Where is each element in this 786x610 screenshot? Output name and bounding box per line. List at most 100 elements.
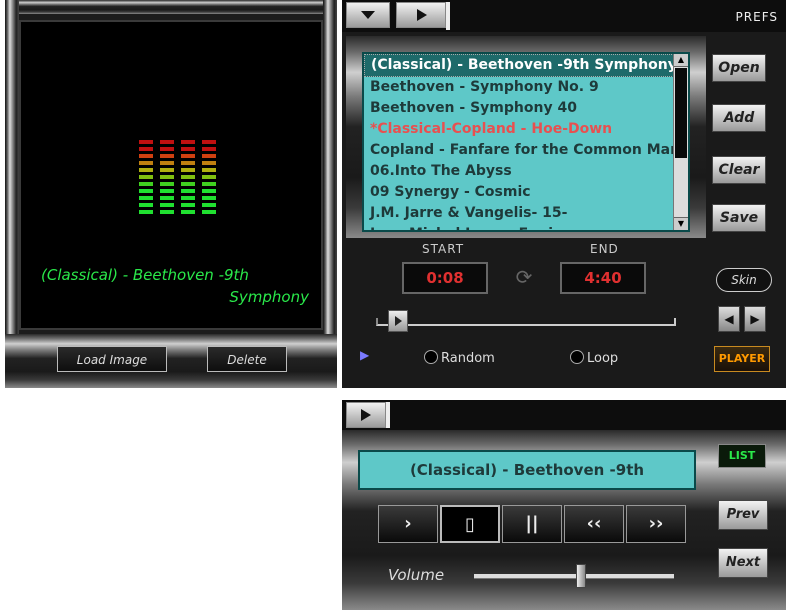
collapse-tab[interactable] <box>346 2 390 28</box>
equalizer-segment <box>139 210 153 214</box>
equalizer-segment <box>160 147 174 151</box>
expand-playlist-tab[interactable] <box>346 402 386 428</box>
equalizer-segment <box>139 189 153 193</box>
clear-button[interactable]: Clear <box>712 156 766 184</box>
equalizer-segment <box>181 161 195 165</box>
prev-arrow-button[interactable]: ◀ <box>718 306 740 332</box>
scroll-down-icon[interactable]: ▼ <box>674 217 688 230</box>
rewind-icon: ‹‹ <box>586 513 602 534</box>
stop-button[interactable]: ▯ <box>440 505 500 543</box>
equalizer-column <box>181 140 195 217</box>
equalizer-segment <box>181 140 195 144</box>
slider-arrow-icon <box>395 316 402 326</box>
equalizer-segment <box>139 175 153 179</box>
playlist-item[interactable]: Beethoven - Symphony 40 <box>364 98 680 119</box>
scroll-up-icon[interactable]: ▲ <box>674 54 688 67</box>
equalizer-segment <box>139 182 153 186</box>
playlist-scrollbar[interactable]: ▲ ▼ <box>673 54 688 230</box>
expand-tab[interactable] <box>396 2 446 28</box>
volume-label: Volume <box>388 566 445 584</box>
equalizer-segment <box>160 189 174 193</box>
equalizer-segment <box>202 182 216 186</box>
next-button[interactable]: Next <box>718 548 768 578</box>
position-slider[interactable] <box>376 310 676 332</box>
equalizer-segment <box>181 182 195 186</box>
save-button[interactable]: Save <box>712 204 766 232</box>
tab-divider <box>386 402 390 428</box>
list-button[interactable]: LIST <box>718 444 766 468</box>
visualizer-title-line1: (Classical) - Beethoven -9th <box>41 266 249 284</box>
pause-button[interactable]: || <box>502 505 562 543</box>
playlist-item[interactable]: Beethoven - Symphony No. 9 <box>364 77 680 98</box>
loop-label: Loop <box>587 351 619 366</box>
equalizer-segment <box>181 154 195 158</box>
scrollbar-thumb[interactable] <box>675 68 687 158</box>
load-image-button[interactable]: Load Image <box>57 346 167 372</box>
random-label: Random <box>441 351 495 366</box>
visualizer-bottom-bar <box>5 334 337 388</box>
player-tab-bar <box>342 400 786 430</box>
next-arrow-button[interactable]: ▶ <box>744 306 766 332</box>
playlist-item[interactable]: Copland - Fanfare for the Common Man <box>364 140 680 161</box>
add-button[interactable]: Add <box>712 104 766 132</box>
random-radio[interactable]: Random <box>424 350 495 366</box>
equalizer-segment <box>202 147 216 151</box>
equalizer-segment <box>139 147 153 151</box>
volume-slider-thumb[interactable] <box>576 564 586 588</box>
position-slider-track[interactable] <box>376 318 676 326</box>
playlist-tab-bar: PREFS <box>342 0 786 32</box>
playlist-items: (Classical) - Beethoven -9th Symphony Bee… <box>364 54 688 230</box>
delete-image-button[interactable]: Delete <box>207 346 287 372</box>
visualizer-track-title: (Classical) - Beethoven -9th Symphony <box>41 264 309 308</box>
rewind-button[interactable]: ‹‹ <box>564 505 624 543</box>
visualizer-screen: (Classical) - Beethoven -9th Symphony <box>19 20 323 330</box>
equalizer-segment <box>202 168 216 172</box>
playlist-item[interactable]: J.M. Jarre & Vangelis- 15- <box>364 203 680 224</box>
play-triangle-icon <box>361 409 371 421</box>
start-label: START <box>422 242 465 256</box>
prev-button[interactable]: Prev <box>718 500 768 530</box>
equalizer-segment <box>202 196 216 200</box>
equalizer-segment <box>202 210 216 214</box>
equalizer-segment <box>181 203 195 207</box>
small-triangle-icon[interactable]: ▶ <box>360 348 369 362</box>
play-icon: › <box>404 513 412 534</box>
volume-slider-track[interactable] <box>474 574 674 579</box>
playlist-item[interactable]: Jean Michel Jarre - Equinoxe <box>364 224 680 230</box>
playlist-item[interactable]: 09 Synergy - Cosmic <box>364 182 680 203</box>
start-time-display[interactable]: 0:08 <box>402 262 488 294</box>
equalizer-segment <box>181 210 195 214</box>
equalizer-segment <box>139 196 153 200</box>
prefs-button[interactable]: PREFS <box>736 10 778 24</box>
radio-circle-icon <box>424 350 438 364</box>
equalizer-column <box>139 140 153 217</box>
player-button[interactable]: PLAYER <box>714 346 770 372</box>
position-slider-thumb[interactable] <box>388 310 408 332</box>
skin-button[interactable]: Skin <box>716 268 772 292</box>
equalizer-segment <box>202 161 216 165</box>
equalizer-segment <box>202 140 216 144</box>
equalizer-segment <box>202 189 216 193</box>
visualizer-title-line2: Symphony <box>229 288 309 306</box>
playlist-list[interactable]: (Classical) - Beethoven -9th Symphony Bee… <box>362 52 690 232</box>
equalizer-segment <box>181 189 195 193</box>
playlist-item[interactable]: *Classical-Copland - Hoe-Down <box>364 119 680 140</box>
loop-radio[interactable]: Loop <box>570 350 618 366</box>
open-button[interactable]: Open <box>712 54 766 82</box>
visualizer-panel: (Classical) - Beethoven -9th Symphony Lo… <box>5 0 337 388</box>
playlist-item[interactable]: (Classical) - Beethoven -9th Symphony <box>364 54 682 77</box>
play-button[interactable]: › <box>378 505 438 543</box>
equalizer-column <box>202 140 216 217</box>
repeat-icon[interactable]: ⟳ <box>512 265 536 289</box>
equalizer-segment <box>160 168 174 172</box>
equalizer-segment <box>160 203 174 207</box>
end-label: END <box>590 242 619 256</box>
equalizer-segment <box>139 168 153 172</box>
end-time-display[interactable]: 4:40 <box>560 262 646 294</box>
forward-button[interactable]: ›› <box>626 505 686 543</box>
tab-divider <box>446 2 450 30</box>
equalizer-segment <box>139 161 153 165</box>
equalizer-segment <box>160 210 174 214</box>
playlist-item[interactable]: 06.Into The Abyss <box>364 161 680 182</box>
equalizer-segment <box>160 196 174 200</box>
